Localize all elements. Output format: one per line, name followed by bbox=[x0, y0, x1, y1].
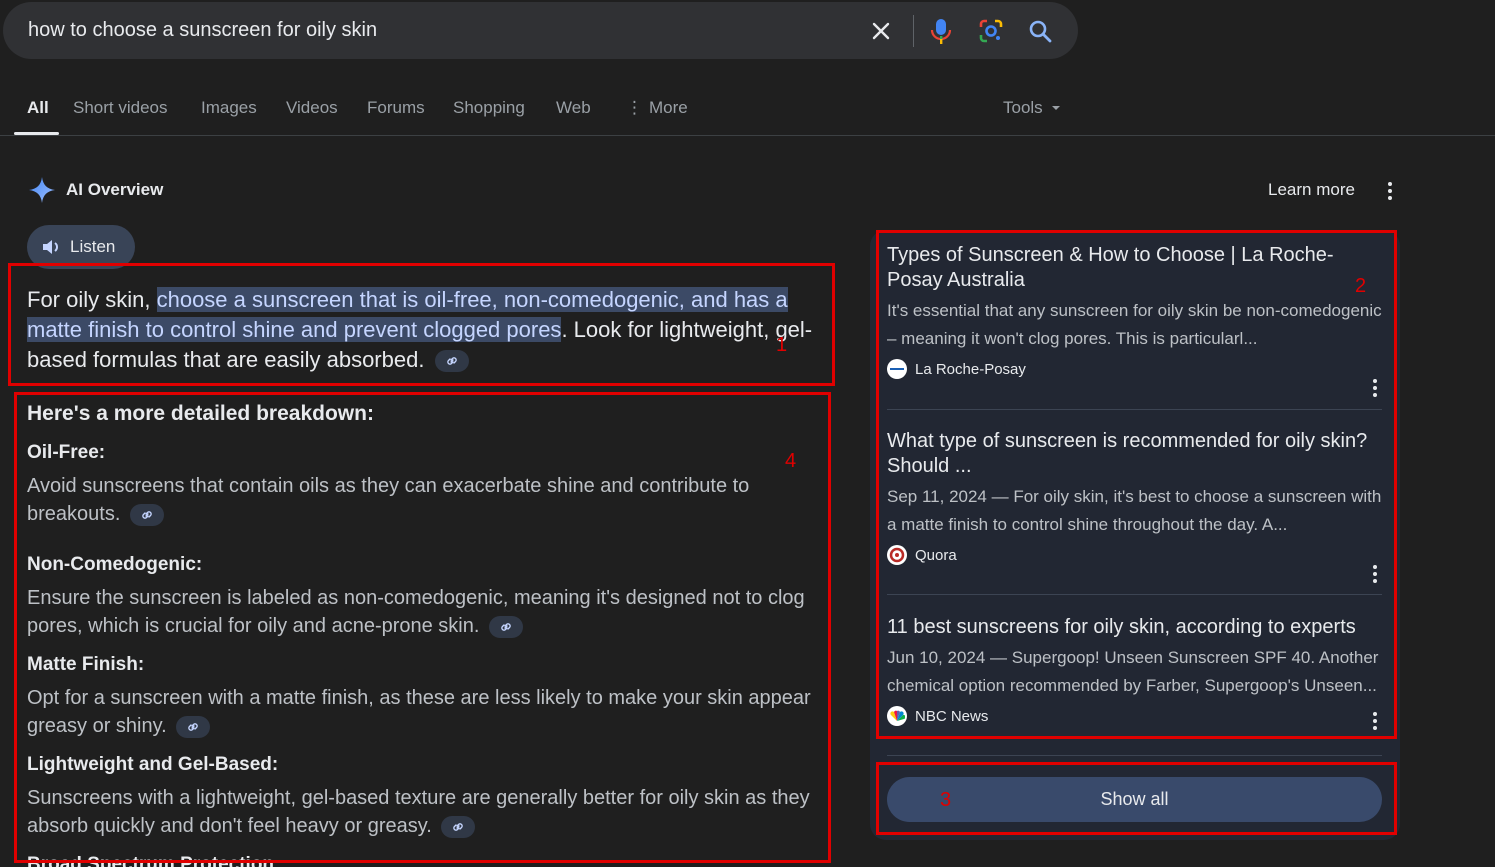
annotation-label-2: 2 bbox=[1355, 275, 1367, 297]
tab-short-videos[interactable]: Short videos bbox=[73, 98, 168, 118]
annotation-label-4: 4 bbox=[785, 450, 797, 472]
tab-web[interactable]: Web bbox=[556, 98, 591, 118]
ai-overview-menu-icon[interactable] bbox=[1380, 181, 1400, 201]
search-divider bbox=[913, 15, 914, 47]
search-input[interactable]: how to choose a sunscreen for oily skin bbox=[28, 19, 377, 42]
more-vert-icon: ⋮ bbox=[626, 98, 643, 117]
annotation-box-4 bbox=[14, 392, 831, 863]
annotation-label-1: 1 bbox=[776, 334, 788, 356]
caret-down-icon bbox=[1052, 106, 1061, 110]
microphone-icon[interactable] bbox=[926, 16, 956, 46]
annotation-box-3 bbox=[876, 762, 1397, 835]
tab-videos[interactable]: Videos bbox=[286, 98, 338, 118]
search-icon[interactable] bbox=[1025, 16, 1055, 46]
annotation-label-3: 3 bbox=[940, 789, 952, 811]
tab-forums[interactable]: Forums bbox=[367, 98, 425, 118]
annotation-box-1 bbox=[8, 263, 835, 386]
tab-shopping[interactable]: Shopping bbox=[453, 98, 525, 118]
listen-label: Listen bbox=[70, 237, 116, 256]
active-tab-indicator bbox=[14, 132, 59, 135]
tools-button[interactable]: Tools bbox=[1003, 98, 1061, 118]
learn-more-link[interactable]: Learn more bbox=[1268, 180, 1355, 200]
lens-camera-icon[interactable] bbox=[976, 16, 1006, 46]
tab-more[interactable]: ⋮ More bbox=[626, 98, 688, 118]
search-tabs: All Short videos Images Videos Forums Sh… bbox=[0, 96, 1495, 136]
tab-all[interactable]: All bbox=[27, 98, 49, 118]
ai-overview-header: AI Overview bbox=[28, 176, 163, 204]
sparkle-icon bbox=[29, 177, 55, 203]
speaker-icon bbox=[43, 240, 58, 254]
search-bar[interactable]: how to choose a sunscreen for oily skin bbox=[3, 2, 1078, 59]
source-divider bbox=[887, 755, 1382, 756]
ai-overview-title: AI Overview bbox=[66, 180, 164, 199]
tab-images[interactable]: Images bbox=[201, 98, 257, 118]
tab-more-label: More bbox=[649, 98, 688, 117]
annotation-box-2 bbox=[876, 230, 1397, 739]
tools-label: Tools bbox=[1003, 98, 1043, 117]
close-icon[interactable] bbox=[866, 16, 896, 46]
